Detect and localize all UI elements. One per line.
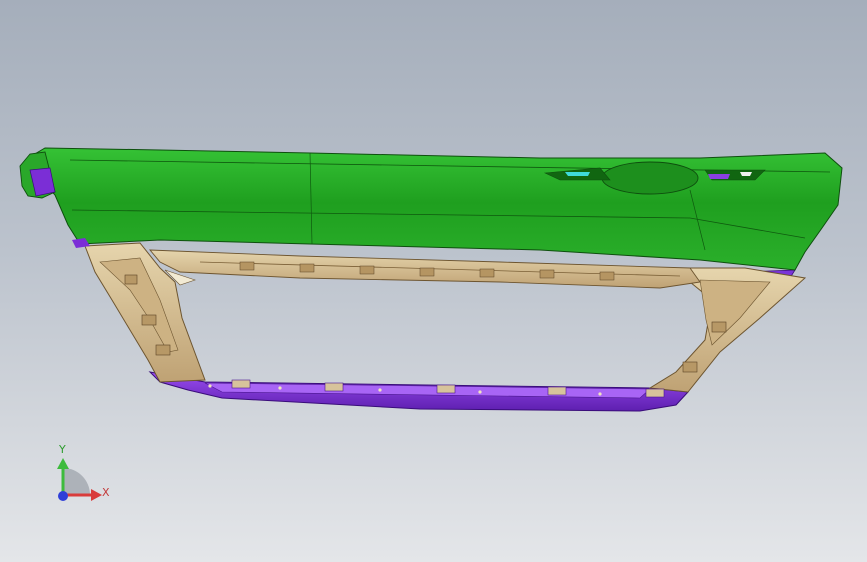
door-panel-model[interactable] xyxy=(0,0,867,562)
x-axis-label: X xyxy=(102,486,110,499)
y-axis-label: Y xyxy=(59,443,66,456)
inner-panel-right-pillar[interactable] xyxy=(648,267,807,393)
axis-triad: Y X xyxy=(40,432,130,512)
inner-panel-belt[interactable] xyxy=(149,249,701,289)
z-axis-icon xyxy=(58,491,68,501)
graphics-viewport[interactable]: Y X xyxy=(0,0,867,562)
triad-graphic xyxy=(57,458,102,501)
